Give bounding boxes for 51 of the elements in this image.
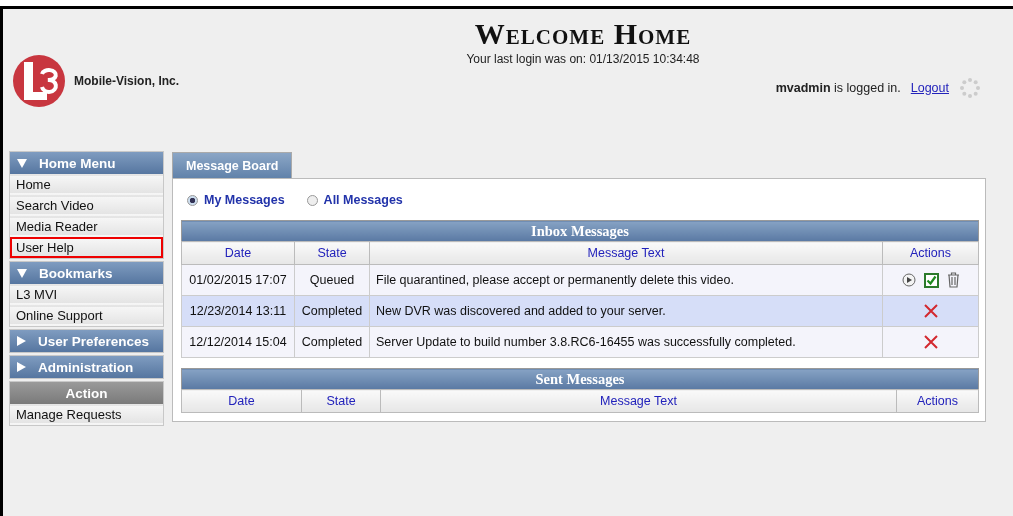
table-title: Sent Messages bbox=[181, 368, 979, 390]
table-cell: Completed bbox=[294, 326, 370, 358]
menu-header[interactable]: User Preferences bbox=[10, 330, 163, 352]
table-cell: 12/12/2014 15:04 bbox=[181, 326, 295, 358]
column-header: Actions bbox=[882, 241, 979, 265]
table-cell: New DVR was discovered and added to your server. bbox=[369, 295, 883, 327]
table-cell: Server Update to build number 3.8.RC6-16455 was successfully completed. bbox=[369, 326, 883, 358]
spinner-icon bbox=[959, 77, 981, 99]
column-header: Actions bbox=[896, 389, 979, 413]
menu-header[interactable]: Bookmarks bbox=[10, 262, 163, 284]
logged-in-text: mvadmin is logged in. bbox=[775, 81, 901, 95]
radio-icon[interactable] bbox=[187, 194, 198, 206]
checkbox-icon[interactable] bbox=[923, 272, 939, 288]
radio-option[interactable]: My Messages bbox=[187, 193, 285, 207]
menu-header[interactable]: Home Menu bbox=[10, 152, 163, 174]
column-header: State bbox=[294, 241, 370, 265]
menu-header[interactable]: Administration bbox=[10, 356, 163, 378]
menu-item[interactable]: Media Reader bbox=[10, 216, 163, 237]
radio-option[interactable]: All Messages bbox=[306, 193, 403, 207]
menu-item[interactable]: Manage Requests bbox=[10, 404, 163, 425]
collapse-icon bbox=[17, 158, 27, 168]
menu-item[interactable]: Search Video bbox=[10, 195, 163, 216]
expand-icon bbox=[17, 336, 26, 346]
delete-icon[interactable] bbox=[923, 304, 938, 319]
menu-header: Action bbox=[10, 382, 163, 404]
menu-item[interactable]: Online Support bbox=[10, 305, 163, 326]
table-cell: Queued bbox=[294, 264, 370, 296]
play-icon[interactable] bbox=[901, 273, 916, 287]
menu-item[interactable]: User Help bbox=[10, 237, 163, 258]
table-cell: Completed bbox=[294, 295, 370, 327]
column-header: Date bbox=[181, 389, 302, 413]
menu-item[interactable]: L3 MVI bbox=[10, 284, 163, 305]
last-login-text: Your last login was on: 01/13/2015 10:34:48 bbox=[465, 52, 701, 66]
table-cell: 01/02/2015 17:07 bbox=[181, 264, 295, 296]
logo-icon bbox=[12, 54, 66, 108]
column-header: Message Text bbox=[380, 389, 897, 413]
page-title: Welcome Home bbox=[473, 17, 693, 51]
table-cell: File quarantined, please accept or permanently delete this video. bbox=[369, 264, 883, 296]
radio-icon[interactable] bbox=[306, 194, 318, 206]
column-header: Date bbox=[181, 241, 295, 265]
expand-icon bbox=[17, 362, 26, 372]
table-title: Inbox Messages bbox=[181, 220, 979, 242]
delete-icon[interactable] bbox=[923, 335, 938, 350]
column-header: Message Text bbox=[369, 241, 883, 265]
collapse-icon bbox=[17, 268, 27, 278]
company-name: Mobile-Vision, Inc. bbox=[74, 74, 180, 88]
table-cell: 12/23/2014 13:11 bbox=[181, 295, 295, 327]
column-header: State bbox=[301, 389, 381, 413]
logout-link[interactable]: Logout bbox=[910, 81, 949, 95]
trash-icon[interactable] bbox=[946, 272, 960, 288]
menu-item[interactable]: Home bbox=[10, 174, 163, 195]
